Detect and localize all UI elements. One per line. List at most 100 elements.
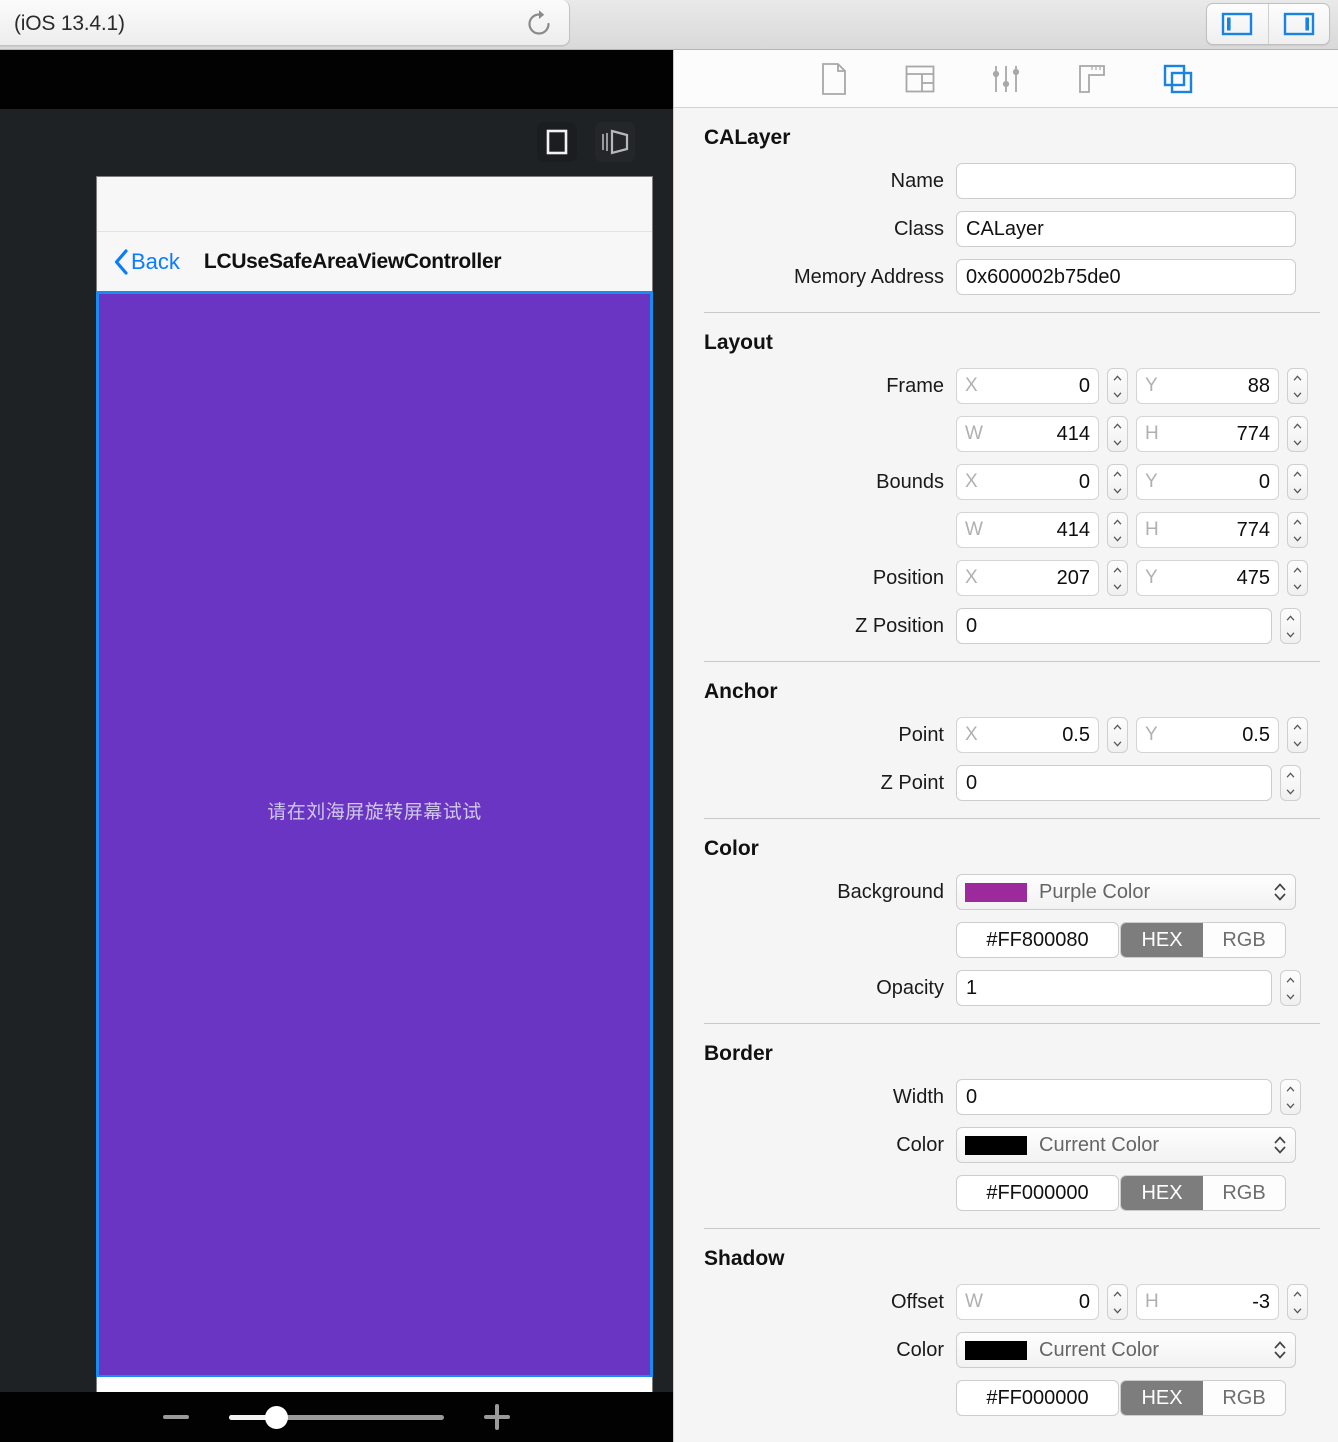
shadow-hex-input[interactable]: #FF000000: [956, 1380, 1119, 1416]
shadow-offset-h-value: -3: [1252, 1290, 1270, 1313]
bounds-y-tag: Y: [1145, 471, 1158, 492]
ruler-icon[interactable]: [1072, 59, 1112, 99]
shadow-offset-w-input[interactable]: W 0: [956, 1284, 1099, 1320]
background-rgb-tab[interactable]: RGB: [1203, 923, 1285, 957]
row-background-color: Background Purple Color: [674, 871, 1338, 913]
row-shadow-offset: Offset W 0 H -3: [674, 1281, 1338, 1323]
shadow-rgb-tab[interactable]: RGB: [1203, 1381, 1285, 1415]
background-hex-input[interactable]: #FF800080: [956, 922, 1119, 958]
panel-toggle-group: [1206, 3, 1330, 45]
bounds-w-stepper[interactable]: [1107, 512, 1128, 548]
minus-icon[interactable]: [163, 1415, 189, 1419]
bounds-w-value: 414: [1056, 518, 1090, 541]
row-opacity: Opacity 1: [674, 967, 1338, 1009]
border-hex-tab[interactable]: HEX: [1121, 1176, 1203, 1210]
anchor-y-value: 0.5: [1242, 723, 1270, 746]
section-title-border: Border: [704, 1042, 773, 1065]
frame-x-input[interactable]: X 0: [956, 368, 1099, 404]
refresh-icon[interactable]: [523, 8, 555, 40]
frame-y-input[interactable]: Y 88: [1136, 368, 1279, 404]
label-memory-address: Memory Address: [793, 265, 944, 288]
z-position-input[interactable]: 0: [956, 608, 1272, 644]
memory-address-input[interactable]: 0x600002b75de0: [956, 259, 1296, 295]
position-x-value: 207: [1056, 566, 1090, 589]
frame-x-stepper[interactable]: [1107, 368, 1128, 404]
row-frame: Frame X 0 Y 88: [674, 365, 1338, 407]
left-panel-toggle-icon[interactable]: [1207, 4, 1268, 44]
position-x-stepper[interactable]: [1107, 560, 1128, 596]
frame-x-tag: X: [965, 375, 978, 396]
row-anchor-point: Point X 0.5 Y 0.5: [674, 714, 1338, 756]
frame-w-tag: W: [965, 423, 983, 444]
position-y-stepper[interactable]: [1287, 560, 1308, 596]
frame-h-input[interactable]: H 774: [1136, 416, 1279, 452]
section-title-anchor: Anchor: [704, 680, 778, 703]
row-class: Class CALayer: [674, 208, 1338, 250]
shadow-offset-w-stepper[interactable]: [1107, 1284, 1128, 1320]
simulator-canvas[interactable]: Back LCUseSafeAreaViewController 请在刘海屏旋转…: [0, 50, 673, 1442]
anchor-y-stepper[interactable]: [1287, 717, 1308, 753]
border-hex-input[interactable]: #FF000000: [956, 1175, 1119, 1211]
label-frame: Frame: [886, 374, 944, 397]
zoom-slider-thumb[interactable]: [265, 1405, 289, 1429]
document-icon[interactable]: [814, 59, 854, 99]
opacity-input[interactable]: 1: [956, 970, 1272, 1006]
position-y-input[interactable]: Y 475: [1136, 560, 1279, 596]
z-point-input[interactable]: 0: [956, 765, 1272, 801]
plus-icon[interactable]: [484, 1404, 510, 1430]
layer-inspector-panel[interactable]: CALayer Name Class CALayer Memory Addres…: [673, 50, 1338, 1442]
bounds-x-stepper[interactable]: [1107, 464, 1128, 500]
class-input[interactable]: CALayer: [956, 211, 1296, 247]
anchor-x-stepper[interactable]: [1107, 717, 1128, 753]
frame-y-tag: Y: [1145, 375, 1158, 396]
bounds-x-input[interactable]: X 0: [956, 464, 1099, 500]
z-position-stepper[interactable]: [1280, 608, 1301, 644]
border-color-dropdown[interactable]: Current Color: [956, 1127, 1296, 1163]
bounds-y-input[interactable]: Y 0: [1136, 464, 1279, 500]
zoom-slider[interactable]: [229, 1405, 444, 1429]
selected-layer-view[interactable]: 请在刘海屏旋转屏幕试试: [96, 291, 653, 1378]
label-opacity: Opacity: [876, 976, 944, 999]
shadow-offset-h-stepper[interactable]: [1287, 1284, 1308, 1320]
shadow-offset-h-input[interactable]: H -3: [1136, 1284, 1279, 1320]
bounds-h-stepper[interactable]: [1287, 512, 1308, 548]
background-color-dropdown[interactable]: Purple Color: [956, 874, 1296, 910]
view-2d-icon[interactable]: [537, 122, 577, 162]
shadow-color-dropdown[interactable]: Current Color: [956, 1332, 1296, 1368]
nav-back-button[interactable]: Back: [113, 248, 180, 276]
z-point-stepper[interactable]: [1280, 765, 1301, 801]
anchor-x-tag: X: [965, 724, 978, 745]
background-hex-tab[interactable]: HEX: [1121, 923, 1203, 957]
border-rgb-tab[interactable]: RGB: [1203, 1176, 1285, 1210]
bounds-x-tag: X: [965, 471, 978, 492]
view-3d-icon[interactable]: [595, 122, 635, 162]
bounds-h-input[interactable]: H 774: [1136, 512, 1279, 548]
shadow-offset-w-tag: W: [965, 1291, 983, 1312]
sliders-icon[interactable]: [986, 59, 1026, 99]
border-width-stepper[interactable]: [1280, 1079, 1301, 1115]
right-panel-toggle-icon[interactable]: [1267, 4, 1329, 44]
frame-w-input[interactable]: W 414: [956, 416, 1099, 452]
name-input[interactable]: [956, 163, 1296, 199]
frame-h-tag: H: [1145, 423, 1159, 444]
inspector-tab-bar: [674, 50, 1338, 108]
section-title-color: Color: [704, 837, 759, 860]
position-x-input[interactable]: X 207: [956, 560, 1099, 596]
bounds-w-input[interactable]: W 414: [956, 512, 1099, 548]
border-width-input[interactable]: 0: [956, 1079, 1272, 1115]
frame-w-stepper[interactable]: [1107, 416, 1128, 452]
nav-back-label: Back: [131, 249, 180, 274]
layers-icon[interactable]: [1158, 59, 1198, 99]
frame-y-stepper[interactable]: [1287, 368, 1308, 404]
opacity-stepper[interactable]: [1280, 970, 1301, 1006]
bounds-y-stepper[interactable]: [1287, 464, 1308, 500]
anchor-x-input[interactable]: X 0.5: [956, 717, 1099, 753]
shadow-hex-tab[interactable]: HEX: [1121, 1381, 1203, 1415]
label-position: Position: [872, 566, 944, 589]
panels-icon[interactable]: [900, 59, 940, 99]
frame-h-stepper[interactable]: [1287, 416, 1308, 452]
anchor-y-input[interactable]: Y 0.5: [1136, 717, 1279, 753]
device-preview[interactable]: Back LCUseSafeAreaViewController 请在刘海屏旋转…: [96, 177, 653, 1420]
row-background-hex: x #FF800080 HEX RGB: [674, 919, 1338, 961]
row-shadow-hex: x #FF000000 HEX RGB: [674, 1377, 1338, 1419]
